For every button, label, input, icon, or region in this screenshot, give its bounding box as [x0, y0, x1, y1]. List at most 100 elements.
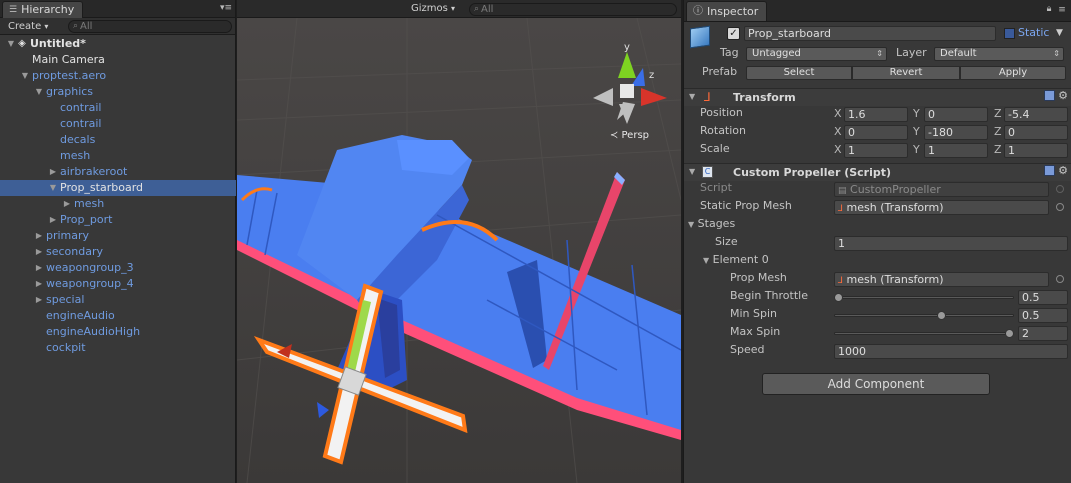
max-spin-slider-thumb[interactable]	[1005, 329, 1014, 338]
layer-dropdown[interactable]: Default ⇕	[934, 47, 1064, 61]
position-z-label[interactable]: Z	[994, 105, 1002, 123]
custom-propeller-header[interactable]: ▼ C Custom Propeller (Script) ⚙	[684, 163, 1071, 181]
foldout-open-icon[interactable]: ▼	[48, 180, 58, 196]
panel-menu-icon[interactable]: ▾≡	[220, 4, 232, 14]
prefab-select-button[interactable]: Select	[746, 66, 852, 80]
gear-icon[interactable]: ⚙	[1058, 90, 1068, 102]
object-picker-icon[interactable]	[1056, 275, 1064, 283]
hierarchy-row[interactable]: ▶ secondary	[0, 244, 236, 260]
orientation-center[interactable]	[620, 84, 634, 98]
scene-canvas[interactable]: y z	[237, 0, 681, 483]
foldout-closed-icon[interactable]: ▶	[34, 260, 44, 276]
foldout-open-icon[interactable]: ▼	[34, 84, 44, 100]
help-book-icon[interactable]	[1044, 90, 1056, 101]
max-spin-field[interactable]: 2	[1018, 326, 1068, 341]
hierarchy-row[interactable]: ▶ weapongroup_3	[0, 260, 236, 276]
hierarchy-row[interactable]: contrail	[0, 116, 236, 132]
static-checkbox[interactable]	[1004, 28, 1015, 39]
hierarchy-row[interactable]: ▶ primary	[0, 228, 236, 244]
scene-view[interactable]: y z Gizmos ▾ ⌕ All ≺ Persp	[237, 0, 681, 483]
foldout-closed-icon[interactable]: ▶	[48, 212, 58, 228]
scale-z-label[interactable]: Z	[994, 141, 1002, 159]
hierarchy-row[interactable]: decals	[0, 132, 236, 148]
min-spin-field[interactable]: 0.5	[1018, 308, 1068, 323]
lock-icon[interactable]: 🔒︎	[1043, 5, 1055, 15]
help-book-icon[interactable]	[1044, 165, 1056, 176]
active-checkbox[interactable]: ✓	[727, 27, 740, 40]
hierarchy-row[interactable]: ▶ mesh	[0, 196, 236, 212]
scale-x-field[interactable]: 1	[844, 143, 908, 158]
rotation-z-label[interactable]: Z	[994, 123, 1002, 141]
begin-throttle-slider-thumb[interactable]	[834, 293, 843, 302]
static-dropdown-icon[interactable]: ▼	[1056, 28, 1063, 38]
hierarchy-row[interactable]: Main Camera	[0, 52, 236, 68]
hierarchy-row[interactable]: contrail	[0, 100, 236, 116]
hierarchy-row[interactable]: engineAudioHigh	[0, 324, 236, 340]
inspector-tab[interactable]: ⓘ Inspector	[686, 1, 768, 21]
foldout-arrow-icon[interactable]: ▼	[688, 220, 694, 229]
prop-mesh-field[interactable]: ⅃ mesh (Transform)	[834, 272, 1049, 287]
rotation-y-field[interactable]: -180	[924, 125, 988, 140]
hierarchy-search-input[interactable]: ⌕ All	[68, 20, 232, 33]
tag-dropdown[interactable]: Untagged ⇕	[746, 47, 887, 61]
stages-foldout[interactable]: ▼ Stages	[688, 217, 735, 230]
panel-menu-icon[interactable]: ≡	[1056, 6, 1068, 16]
create-button[interactable]: Create ▾	[4, 20, 52, 33]
rotation-x-label[interactable]: X	[834, 123, 842, 141]
min-spin-slider-thumb[interactable]	[936, 311, 946, 320]
gear-icon[interactable]: ⚙	[1058, 165, 1068, 177]
hierarchy-row[interactable]: ▼ proptest.aero	[0, 68, 236, 84]
position-x-label[interactable]: X	[834, 105, 842, 123]
hierarchy-row[interactable]: ▼ ◈ Untitled*	[0, 36, 236, 52]
object-picker-icon[interactable]	[1056, 203, 1064, 211]
foldout-closed-icon[interactable]: ▶	[48, 164, 58, 180]
foldout-arrow-icon[interactable]: ▼	[689, 92, 695, 101]
hierarchy-row[interactable]: mesh	[0, 148, 236, 164]
hierarchy-row[interactable]: ▶ airbrakeroot	[0, 164, 236, 180]
scale-x-label[interactable]: X	[834, 141, 842, 159]
rotation-y-label[interactable]: Y	[913, 123, 920, 141]
begin-throttle-slider[interactable]	[834, 296, 1014, 299]
hierarchy-row[interactable]: ▼ graphics	[0, 84, 236, 100]
foldout-arrow-icon[interactable]: ▼	[703, 256, 709, 265]
speed-field[interactable]: 1000	[834, 344, 1068, 359]
foldout-closed-icon[interactable]: ▶	[62, 196, 72, 212]
foldout-closed-icon[interactable]: ▶	[34, 276, 44, 292]
foldout-closed-icon[interactable]: ▶	[34, 228, 44, 244]
projection-label[interactable]: ≺ Persp	[610, 130, 649, 141]
foldout-arrow-icon[interactable]: ▼	[689, 167, 695, 176]
hierarchy-tab[interactable]: ☰ Hierarchy	[2, 1, 84, 18]
scene-search-input[interactable]: ⌕ All	[469, 3, 677, 16]
hierarchy-row[interactable]: engineAudio	[0, 308, 236, 324]
hierarchy-row[interactable]: ▶ Prop_port	[0, 212, 236, 228]
position-y-field[interactable]: 0	[924, 107, 988, 122]
hierarchy-row[interactable]: cockpit	[0, 340, 236, 356]
position-y-label[interactable]: Y	[913, 105, 920, 123]
scale-y-label[interactable]: Y	[913, 141, 920, 159]
prefab-revert-button[interactable]: Revert	[852, 66, 960, 80]
static-label[interactable]: Static	[1018, 26, 1049, 39]
prefab-apply-button[interactable]: Apply	[960, 66, 1066, 80]
foldout-closed-icon[interactable]: ▶	[34, 292, 44, 308]
hierarchy-row[interactable]: ▼ Prop_starboard	[0, 180, 236, 196]
rotation-x-field[interactable]: 0	[844, 125, 908, 140]
object-name-field[interactable]: Prop_starboard	[744, 26, 996, 41]
transform-header[interactable]: ▼ ⅃ Transform ⚙	[684, 88, 1071, 106]
min-spin-slider[interactable]	[834, 314, 1014, 317]
add-component-button[interactable]: Add Component	[762, 373, 990, 395]
scale-z-field[interactable]: 1	[1004, 143, 1068, 158]
position-z-field[interactable]: -5.4	[1004, 107, 1068, 122]
gizmos-dropdown[interactable]: Gizmos ▾	[411, 2, 455, 16]
begin-throttle-field[interactable]: 0.5	[1018, 290, 1068, 305]
max-spin-slider[interactable]	[834, 332, 1014, 335]
element-0-foldout[interactable]: ▼ Element 0	[703, 253, 769, 266]
hierarchy-row[interactable]: ▶ weapongroup_4	[0, 276, 236, 292]
static-prop-mesh-field[interactable]: ⅃ mesh (Transform)	[834, 200, 1049, 215]
foldout-open-icon[interactable]: ▼	[6, 36, 16, 52]
foldout-closed-icon[interactable]: ▶	[34, 244, 44, 260]
size-field[interactable]: 1	[834, 236, 1068, 251]
hierarchy-row[interactable]: ▶ special	[0, 292, 236, 308]
position-x-field[interactable]: 1.6	[844, 107, 908, 122]
rotation-z-field[interactable]: 0	[1004, 125, 1068, 140]
scale-y-field[interactable]: 1	[924, 143, 988, 158]
